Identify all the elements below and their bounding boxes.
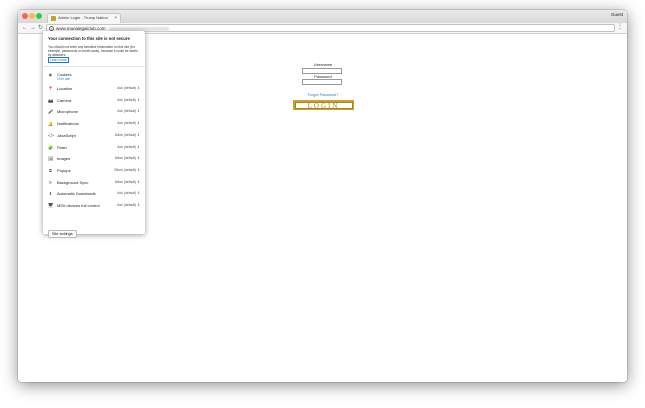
permission-row-automatic-downloads[interactable]: ⬇ Automatic Downloads Ask (default) ⇕: [48, 190, 140, 198]
midi-icon: 🎹: [48, 203, 54, 208]
favicon-icon: [51, 16, 56, 21]
permission-select[interactable]: Ask (default) ⇕: [117, 121, 140, 126]
popup-description: You should not enter any sensitive infor…: [48, 45, 138, 57]
permission-select[interactable]: Ask (default) ⇕: [117, 98, 140, 103]
sync-icon: ⟳: [48, 179, 53, 185]
cookies-in-use-link[interactable]: 19 in use: [57, 77, 70, 81]
reload-icon[interactable]: ↻: [38, 24, 43, 32]
close-window-button[interactable]: [22, 13, 28, 19]
puzzle-icon: 🧩: [48, 144, 54, 150]
profile-label[interactable]: Guest: [611, 12, 623, 17]
permission-row-images[interactable]: 🖼 Images Allow (default) ⇕: [48, 155, 140, 163]
permission-select[interactable]: Allow (default) ⇕: [115, 180, 140, 185]
microphone-icon: 🎤: [48, 109, 54, 115]
location-icon: 📍: [48, 86, 54, 91]
permission-row-midi-devices-full-control[interactable]: 🎹 MIDI devices full control Ask (default) …: [48, 202, 140, 210]
permission-select[interactable]: Ask (default) ⇕: [117, 145, 140, 150]
permission-select[interactable]: Block (default) ⇕: [115, 168, 140, 173]
permission-label: Location: [57, 86, 73, 91]
permission-row-flash[interactable]: 🧩 Flash Ask (default) ⇕: [48, 144, 140, 152]
zoom-window-button[interactable]: [36, 13, 42, 19]
permission-label: JavaScript: [57, 132, 76, 138]
learn-more-link[interactable]: Learn more: [48, 57, 69, 63]
login-button[interactable]: LOGIN: [293, 100, 354, 110]
permission-row-popups[interactable]: ⧉ Popups Block (default) ⇕: [48, 167, 140, 175]
download-icon: ⬇: [48, 191, 53, 197]
permission-select[interactable]: Ask (default) ⇕: [117, 191, 140, 196]
site-info-popup: Your connection to this site is not secu…: [43, 31, 145, 238]
login-button-label: LOGIN: [294, 101, 353, 109]
popup-icon: ⧉: [49, 167, 52, 173]
site-settings-button[interactable]: Site settings: [48, 230, 77, 238]
permission-select[interactable]: Allow (default) ⇕: [115, 133, 140, 138]
permission-row-javascript[interactable]: </> JavaScript Allow (default) ⇕: [48, 132, 140, 140]
permission-select[interactable]: Ask (default) ⇕: [117, 109, 140, 114]
username-label: Username: [313, 62, 333, 67]
tab-title: Admin Login - Trump Nation: [58, 15, 108, 20]
cookies-row[interactable]: ◉ Cookies 19 in use: [48, 71, 140, 81]
back-arrow-icon[interactable]: ←: [22, 24, 28, 32]
permission-label: Flash: [57, 144, 67, 150]
browser-tab[interactable]: Admin Login - Trump Nation ×: [47, 13, 121, 23]
permission-row-background-sync[interactable]: ⟳ Background Sync Allow (default) ⇕: [48, 179, 140, 187]
permission-row-location[interactable]: 📍 Location Ask (default) ⇕: [48, 85, 140, 93]
image-icon: 🖼: [48, 156, 54, 162]
permission-label: Images: [57, 156, 71, 162]
forward-arrow-icon[interactable]: →: [30, 24, 36, 32]
popup-title: Your connection to this site is not secu…: [48, 36, 130, 41]
permission-row-camera[interactable]: 📷 Camera Ask (default) ⇕: [48, 97, 140, 105]
tab-close-icon[interactable]: ×: [114, 15, 117, 21]
permission-label: MIDI devices full control: [57, 203, 100, 208]
permission-label: Camera: [57, 97, 72, 103]
cookie-icon: ◉: [48, 72, 53, 77]
minimize-window-button[interactable]: [29, 13, 35, 19]
browser-window: Admin Login - Trump Nation × Guest ← → ↻…: [18, 10, 627, 382]
permission-select[interactable]: Ask (default) ⇕: [117, 86, 140, 91]
more-menu-icon[interactable]: ⋮: [617, 23, 623, 32]
popup-divider: [43, 66, 145, 67]
permission-label: Popups: [57, 167, 71, 173]
permission-row-notifications[interactable]: 🔔 Notifications Ask (default) ⇕: [48, 120, 140, 128]
bell-icon: 🔔: [48, 121, 54, 127]
permission-label: Notifications: [57, 121, 79, 127]
permission-label: Automatic Downloads: [57, 191, 96, 197]
url-redacted: [109, 26, 169, 31]
forgot-password-link[interactable]: Forgot Password?: [291, 92, 355, 98]
permission-label: Background Sync: [57, 179, 89, 185]
permission-select[interactable]: Ask (default) ⇕: [117, 203, 140, 208]
code-icon: </>: [48, 132, 55, 138]
title-bar: Admin Login - Trump Nation × Guest: [18, 10, 627, 24]
permission-label: Microphone: [57, 109, 78, 115]
permission-row-microphone[interactable]: 🎤 Microphone Ask (default) ⇕: [48, 108, 140, 116]
permission-select[interactable]: Allow (default) ⇕: [115, 156, 140, 161]
password-input[interactable]: [302, 79, 342, 85]
camera-icon: 📷: [48, 97, 54, 103]
